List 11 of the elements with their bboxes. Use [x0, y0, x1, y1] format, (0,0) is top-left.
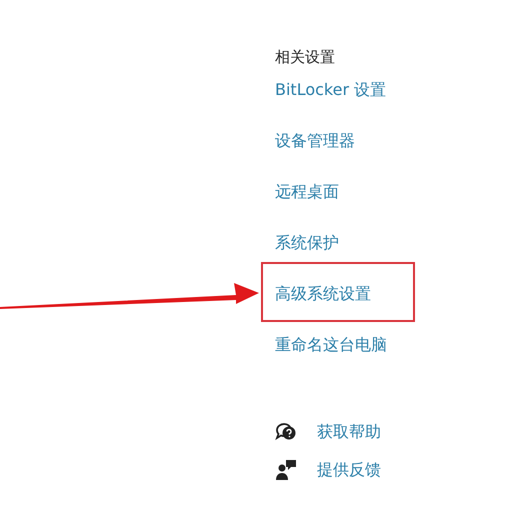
- settings-link[interactable]: BitLocker 设置: [275, 80, 386, 101]
- settings-link[interactable]: 系统保护: [275, 233, 339, 254]
- settings-link[interactable]: 设备管理器: [275, 131, 355, 152]
- settings-link[interactable]: 高级系统设置: [275, 284, 371, 305]
- support-link[interactable]: 获取帮助: [317, 422, 381, 442]
- help-icon: [275, 422, 297, 442]
- support-link[interactable]: 提供反馈: [317, 460, 381, 480]
- feedback-icon: [275, 459, 297, 481]
- section-heading: 相关设置: [275, 47, 336, 65]
- settings-link[interactable]: 远程桌面: [275, 182, 339, 203]
- settings-link[interactable]: 重命名这台电脑: [275, 335, 387, 356]
